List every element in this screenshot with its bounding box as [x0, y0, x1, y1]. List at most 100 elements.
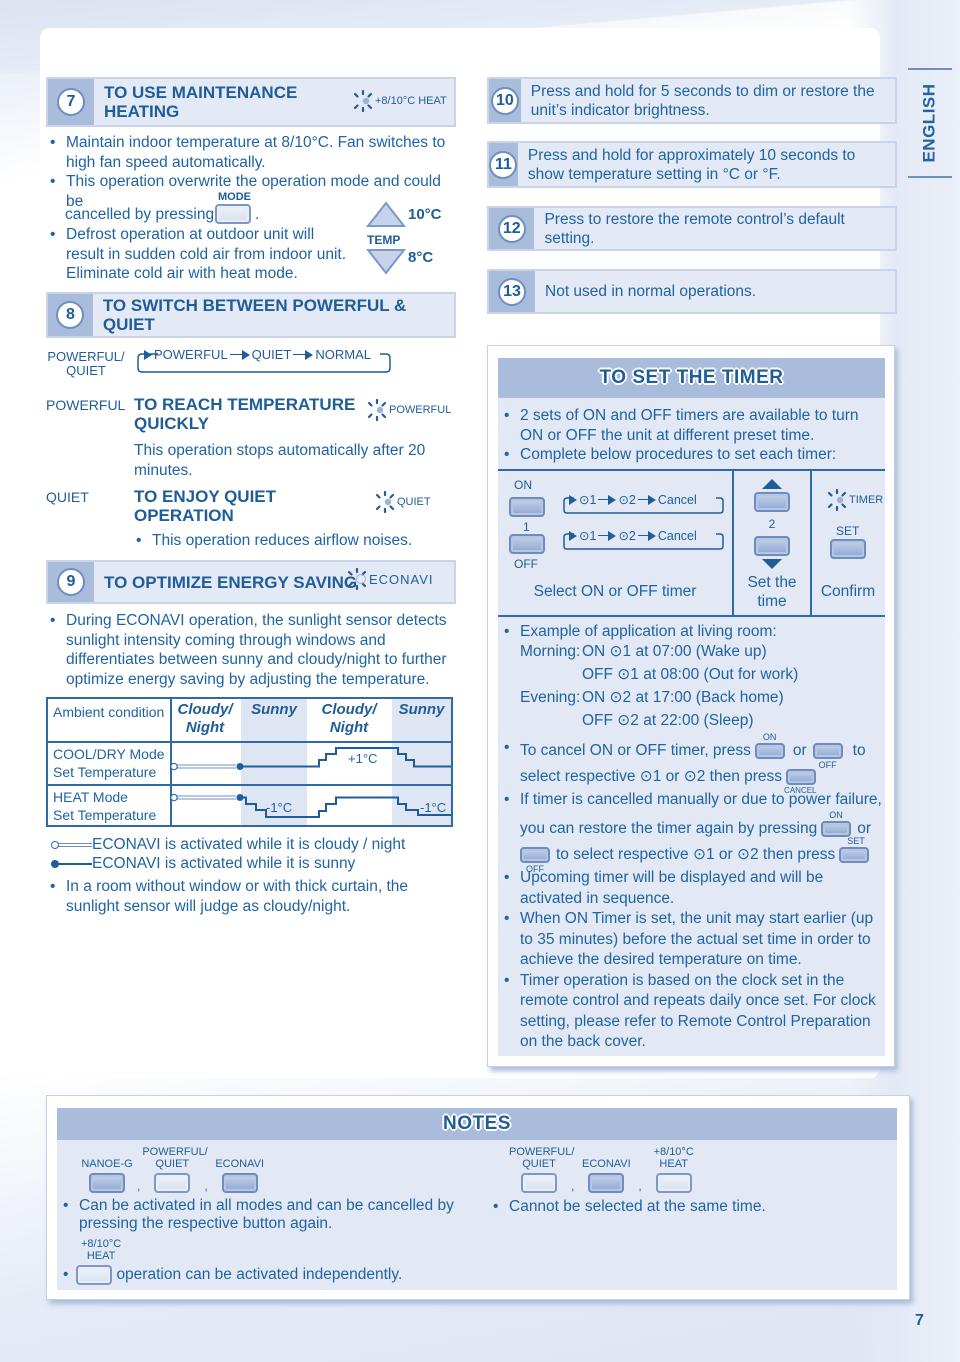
step-number: 2: [768, 517, 776, 531]
example-row: Morning: ON ⊙1 at 07:00 (Wake up): [520, 642, 767, 660]
heat-annotation: -1°C: [420, 800, 447, 815]
cool-annotation: +1°C: [348, 751, 378, 766]
heat-annotation: -1°C: [266, 800, 293, 815]
item-number: 10: [490, 86, 519, 115]
bullet-text: In a room without window or with thick c…: [48, 877, 428, 916]
timer-indicator: TIMER: [826, 488, 883, 512]
item-10: 10 Press and hold for 5 seconds to dim o…: [487, 77, 897, 124]
open-circle-marker: [170, 793, 178, 802]
set-button[interactable]: [830, 539, 866, 559]
quiet-title: TO ENJOY QUIET OPERATION: [134, 487, 277, 525]
on-button-icon: [754, 743, 785, 760]
example-row: OFF ⊙1 at 08:00 (Out for work): [582, 665, 799, 683]
timer-steps: ON 1 OFF ⊙1 ⊙2 Cancel ⊙1 ⊙2 Cancel Selec…: [498, 469, 885, 617]
powerful-quiet-cycle: POWERFUL QUIET NORMAL: [136, 346, 396, 374]
open-circle-line-icon: [51, 840, 92, 849]
time-up-button[interactable]: [754, 492, 790, 512]
cycle-step: QUIET: [251, 347, 292, 362]
on-button[interactable]: [509, 497, 545, 517]
bullet-text: Upcoming timer will be displayed and wil…: [502, 868, 882, 909]
notes-left-text: Can be activated in all modes and can be…: [61, 1197, 461, 1233]
timer-more-bullets: Upcoming timer will be displayed and wil…: [502, 868, 882, 1053]
arrow-icon: [144, 349, 152, 360]
timer-panel: TO SET THE TIMER 2 sets of ON and OFF ti…: [487, 345, 895, 1067]
off-button[interactable]: [509, 534, 545, 554]
econavi-button-group: ECONAVI: [210, 1158, 270, 1193]
language-tab: ENGLISH: [908, 68, 952, 178]
quiet-indicator: QUIET: [374, 490, 431, 514]
powerful-indicator: POWERFUL: [366, 398, 451, 422]
powerful-quiet-button-label: POWERFUL/QUIET: [47, 349, 125, 378]
bullet-text: Maintain indoor temperature at 8/10°C. F…: [48, 133, 458, 172]
cancel-button-icon: [786, 769, 817, 786]
cycle-step: POWERFUL: [154, 347, 228, 362]
item-number: 13: [498, 277, 526, 306]
powerful-mode-label: POWERFUL: [46, 397, 126, 413]
arrow-icon: [647, 530, 656, 541]
section-title: TO USE MAINTENANCE HEATING: [104, 83, 298, 121]
powerful-quiet-button-group: POWERFUL/ QUIET: [142, 1146, 208, 1193]
step-number: 1: [523, 520, 530, 534]
sec9-bullet-2: In a room without window or with thick c…: [48, 877, 428, 916]
econavi-legend: ECONAVI is activated while it is cloudy …: [50, 835, 405, 873]
powerful-quiet-button-icon: [521, 1173, 557, 1193]
item-text: Press and hold for 5 seconds to dim or r…: [530, 82, 875, 119]
open-circle-marker: [170, 762, 178, 771]
powerful-quiet-button-group: POWERFUL/ QUIET: [509, 1146, 574, 1193]
example-row: Evening: ON ⊙2 at 17:00 (Back home): [520, 688, 784, 706]
econavi-light-icon: [346, 567, 368, 591]
on-label: ON: [514, 478, 532, 492]
section-number: 7: [57, 88, 85, 116]
econavi-button-icon: [588, 1173, 625, 1193]
timer-example: Example of application at living room: M…: [502, 622, 882, 734]
bullet-text: When ON Timer is set, the unit may start…: [502, 909, 882, 971]
example-row: OFF ⊙2 at 22:00 (Sleep): [582, 711, 754, 729]
set-label: SET: [836, 524, 860, 538]
temp-control: TEMP 10°C 8°C: [365, 200, 445, 280]
sec7-bullet-defrost: Defrost operation at outdoor unit will r…: [48, 225, 348, 284]
timer-intro: 2 sets of ON and OFF timers are availabl…: [502, 406, 882, 465]
bullet-text: Example of application at living room:: [502, 622, 882, 642]
temp-up-value: 10°C: [408, 206, 442, 223]
heat-button-icon: [655, 1173, 692, 1193]
indicator-light-icon: [826, 488, 848, 512]
notes-right-buttons: POWERFUL/ QUIET , ECONAVI , +8/10°C HEAT: [509, 1146, 704, 1193]
item-number: 11: [489, 150, 518, 179]
timer-body: 2 sets of ON and OFF timers are availabl…: [498, 398, 885, 1056]
on-timer-cycle: ⊙1 ⊙2 Cancel: [562, 492, 726, 516]
page-number: 7: [915, 1312, 924, 1329]
notes-body: NANOE-G , POWERFUL/ QUIET , ECONAVI Can …: [57, 1140, 897, 1290]
nanoe-g-button-icon: [89, 1173, 125, 1193]
off-timer-cycle: ⊙1 ⊙2 Cancel: [562, 528, 726, 552]
item-text: Not used in normal operations.: [545, 283, 757, 300]
arrow-icon: [241, 349, 250, 360]
item-text: Press to restore the remote control’s de…: [544, 210, 845, 247]
notes-panel: NOTES NANOE-G , POWERFUL/ QUIET , ECONAV…: [46, 1095, 910, 1300]
timer-cancel-bullet: To cancel ON or OFF timer, press ON or O…: [502, 732, 887, 795]
notes-left-buttons: NANOE-G , POWERFUL/ QUIET , ECONAVI: [79, 1146, 270, 1193]
quiet-desc: This operation reduces airflow noises.: [134, 531, 412, 551]
bullet-text: Timer operation is based on the clock se…: [502, 971, 882, 1053]
timer-title: TO SET THE TIMER: [599, 367, 784, 388]
period: .: [255, 206, 260, 223]
arrow-icon: [647, 494, 656, 505]
section-title: TO OPTIMIZE ENERGY SAVING: [104, 572, 358, 592]
section-title: TO SWITCH BETWEEN POWERFUL & QUIET: [102, 296, 407, 334]
indicator-light-icon: [374, 490, 396, 514]
up-arrow-icon: [762, 479, 782, 489]
arrow-icon: [608, 494, 617, 505]
heat-button-group: +8/10°C HEAT: [644, 1146, 704, 1193]
cancel-by-pressing-text: cancelled by pressing: [65, 206, 215, 223]
arrow-icon: [305, 349, 314, 360]
bullet-text: During ECONAVI operation, the sunlight s…: [48, 611, 453, 689]
step-caption: Confirm: [820, 583, 876, 600]
econavi-table: Ambient condition Cloudy/ Night Sunny Cl…: [46, 697, 453, 827]
section-number: 8: [56, 301, 85, 329]
time-down-button[interactable]: [754, 536, 790, 556]
time-adjust: 2: [734, 479, 810, 569]
set-button-icon: [839, 847, 870, 864]
item-number: 12: [497, 214, 526, 243]
legend-item: ECONAVI is activated while it is sunny: [50, 854, 405, 873]
quiet-mode-label: QUIET: [46, 489, 89, 505]
nanoe-g-button-group: NANOE-G: [79, 1158, 135, 1193]
